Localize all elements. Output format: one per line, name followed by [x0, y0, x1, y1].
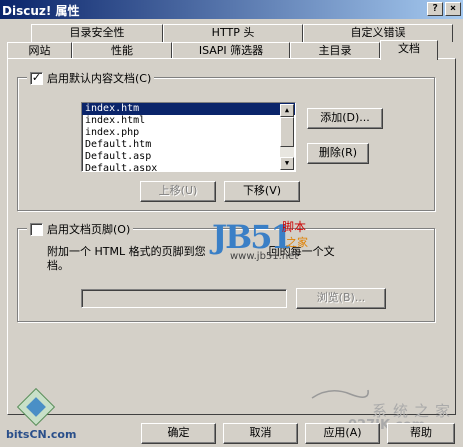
jb51-url: www.jb51.net: [230, 251, 299, 262]
footer-doc-checkbox[interactable]: [30, 222, 43, 236]
list-item[interactable]: Default.aspx: [82, 163, 295, 171]
tab-directory-security[interactable]: 目录安全性: [31, 24, 163, 42]
help-title-button[interactable]: ?: [427, 2, 443, 16]
close-button[interactable]: ×: [445, 2, 461, 16]
tab-label: 自定义错误: [350, 26, 406, 39]
footer-doc-legend[interactable]: 启用文档页脚(O): [27, 221, 134, 237]
browse-button[interactable]: 浏览(B)...: [296, 288, 386, 309]
footer-desc-part1: 附加一个 HTML 格式的页脚到您: [47, 245, 206, 258]
check-icon: ✓: [31, 70, 42, 84]
close-icon: ×: [449, 3, 457, 14]
move-down-button[interactable]: 下移(V): [224, 181, 300, 202]
tab-http-headers[interactable]: HTTP 头: [163, 24, 303, 42]
list-item[interactable]: index.php: [82, 127, 295, 139]
ok-button[interactable]: 确定: [141, 423, 216, 444]
bitscn-logo-icon: [17, 388, 55, 426]
title-bar: Discuz! 属性 ? ×: [0, 0, 463, 19]
footer-path-field[interactable]: [81, 289, 287, 308]
list-item[interactable]: Default.htm: [82, 139, 295, 151]
list-scrollbar[interactable]: ▲ ▼: [280, 104, 294, 170]
tab-label: 性能: [111, 44, 133, 57]
xitong-swirl-icon: [311, 389, 369, 399]
default-doc-legend[interactable]: ✓ 启用默认内容文档(C): [27, 70, 155, 86]
jb51-sub-text: 之家: [286, 236, 308, 249]
footer-desc-line2: 档。: [47, 259, 69, 272]
tab-label: HTTP 头: [211, 26, 255, 39]
tab-label: ISAPI 筛选器: [198, 44, 264, 57]
bitscn-text: bitsCN.com: [6, 428, 77, 441]
jb51-cn-text: 脚本: [282, 220, 307, 234]
default-doc-checkbox[interactable]: ✓: [30, 70, 43, 85]
cancel-button[interactable]: 取消: [223, 423, 298, 444]
tab-label: 文档: [398, 42, 420, 55]
add-button[interactable]: 添加(D)...: [307, 108, 383, 129]
move-up-button[interactable]: 上移(U): [140, 181, 216, 202]
remove-button[interactable]: 删除(R): [307, 143, 369, 164]
tab-documents[interactable]: 文档: [380, 40, 438, 60]
list-item[interactable]: index.html: [82, 115, 295, 127]
scroll-down-icon[interactable]: ▼: [280, 157, 294, 170]
tab-label: 主目录: [318, 44, 352, 57]
tab-label: 目录安全性: [69, 26, 125, 39]
scroll-thumb[interactable]: [280, 117, 294, 147]
apply-button[interactable]: 应用(A): [305, 423, 380, 444]
default-doc-list[interactable]: index.htm index.html index.php Default.h…: [81, 102, 296, 172]
help-button[interactable]: 帮助: [387, 423, 455, 444]
list-item[interactable]: Default.asp: [82, 151, 295, 163]
tab-label: 网站: [28, 44, 51, 57]
scroll-up-icon[interactable]: ▲: [280, 104, 294, 117]
default-doc-label: 启用默认内容文档(C): [47, 72, 152, 85]
footer-doc-label: 启用文档页脚(O): [47, 223, 131, 236]
question-icon: ?: [431, 3, 439, 14]
list-item[interactable]: index.htm: [82, 103, 295, 115]
window-title: Discuz! 属性: [2, 4, 80, 18]
